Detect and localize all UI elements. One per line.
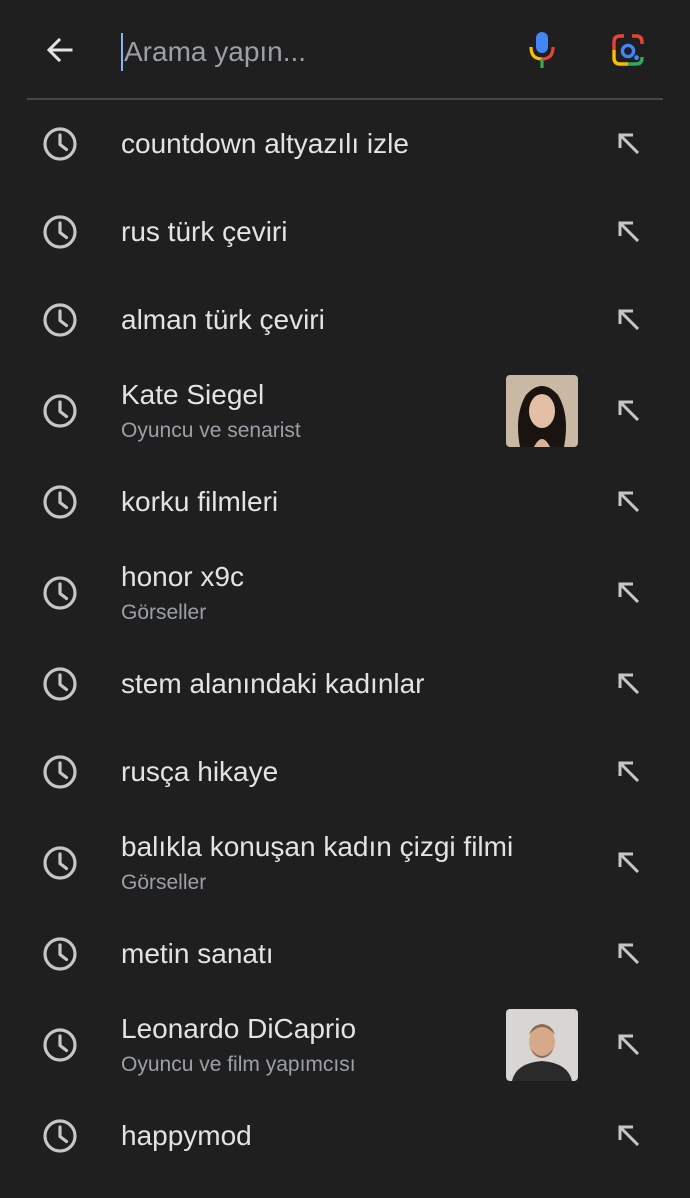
suggestion-list: countdown altyazılı izle rus türk çeviri… [0,100,690,1180]
suggestion-title: happymod [121,1120,252,1151]
suggestion-item[interactable]: countdown altyazılı izle [0,100,690,188]
suggestion-item[interactable]: stem alanındaki kadınlar [0,640,690,728]
suggestion-item[interactable]: honor x9c Görseller [0,546,690,640]
arrow-up-left-icon [606,661,652,707]
suggestion-item[interactable]: metin sanatı [0,910,690,998]
fill-query-button[interactable] [606,661,652,707]
clock-icon [40,843,80,883]
clock-icon [40,752,80,792]
arrow-up-left-icon [606,570,652,616]
text-cursor [121,33,123,71]
suggestion-item[interactable]: alman türk çeviri [0,276,690,364]
fill-query-button[interactable] [606,1113,652,1159]
clock-icon [40,1116,80,1156]
suggestion-subtitle: Oyuncu ve film yapımcısı [121,1053,356,1076]
arrow-up-left-icon [606,388,652,434]
suggestion-title: alman türk çeviri [121,304,325,335]
suggestion-title: balıkla konuşan kadın çizgi filmi [121,831,514,862]
arrow-up-left-icon [606,121,652,167]
arrow-up-left-icon [606,749,652,795]
clock-icon [40,391,80,431]
suggestion-item[interactable]: rus türk çeviri [0,188,690,276]
clock-icon [40,573,80,613]
suggestion-title: Leonardo DiCaprio [121,1013,357,1044]
suggestion-subtitle: Görseller [121,601,207,624]
arrow-up-left-icon [606,931,652,977]
suggestion-title: Kate Siegel [121,379,265,410]
search-bar [0,0,690,99]
clock-icon [40,212,80,252]
arrow-up-left-icon [606,840,652,886]
fill-query-button[interactable] [606,479,652,525]
suggestion-item[interactable]: korku filmleri [0,458,690,546]
suggestion-title: honor x9c [121,561,244,592]
voice-search-button[interactable] [518,28,566,76]
fill-query-button[interactable] [606,297,652,343]
suggestion-item[interactable]: balıkla konuşan kadın çizgi filmi Görsel… [0,816,690,910]
arrow-up-left-icon [606,1113,652,1159]
suggestion-item[interactable]: happymod [0,1092,690,1180]
arrow-up-left-icon [606,479,652,525]
suggestion-title: korku filmleri [121,486,279,517]
suggestion-title: rusça hikaye [121,756,279,787]
suggestion-title: metin sanatı [121,938,274,969]
suggestion-title: stem alanındaki kadınlar [121,668,425,699]
fill-query-button[interactable] [606,209,652,255]
fill-query-button[interactable] [606,570,652,616]
suggestion-subtitle: Oyuncu ve senarist [121,419,301,442]
suggestion-subtitle: Görseller [121,871,207,894]
person-thumbnail [506,375,578,447]
microphone-icon [527,30,557,75]
arrow-left-icon [44,34,76,71]
clock-icon [40,664,80,704]
search-input[interactable] [120,28,504,76]
clock-icon [40,1025,80,1065]
suggestion-title: rus türk çeviri [121,216,288,247]
suggestion-title: countdown altyazılı izle [121,128,409,159]
clock-icon [40,300,80,340]
suggestion-item[interactable]: Kate Siegel Oyuncu ve senarist [0,364,690,458]
arrow-up-left-icon [606,1022,652,1068]
suggestion-item[interactable]: rusça hikaye [0,728,690,816]
fill-query-button[interactable] [606,931,652,977]
fill-query-button[interactable] [606,749,652,795]
google-lens-button[interactable] [604,28,652,76]
back-button[interactable] [36,28,84,76]
suggestion-item[interactable]: Leonardo DiCaprio Oyuncu ve film yapımcı… [0,998,690,1092]
clock-icon [40,482,80,522]
clock-icon [40,934,80,974]
fill-query-button[interactable] [606,388,652,434]
person-thumbnail [506,1009,578,1081]
fill-query-button[interactable] [606,840,652,886]
clock-icon [40,124,80,164]
arrow-up-left-icon [606,209,652,255]
arrow-up-left-icon [606,297,652,343]
google-lens-icon [611,33,645,72]
fill-query-button[interactable] [606,121,652,167]
fill-query-button[interactable] [606,1022,652,1068]
